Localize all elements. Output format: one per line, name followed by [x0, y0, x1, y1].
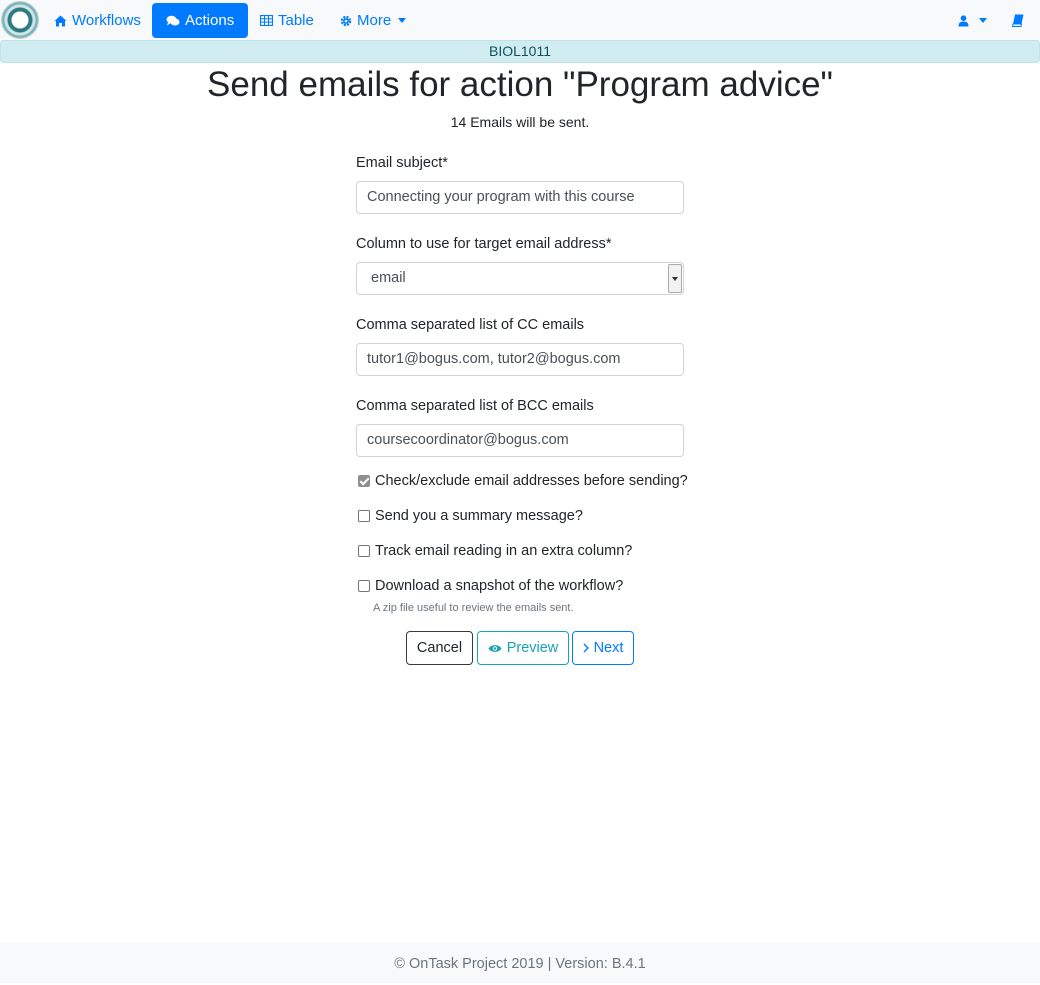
documentation-link[interactable] — [1004, 3, 1037, 38]
email-column-selected-value: email — [371, 270, 406, 286]
preview-button-label: Preview — [506, 640, 559, 656]
subject-label: Email subject* — [356, 155, 448, 171]
next-button[interactable]: Next — [572, 631, 634, 665]
summary-row: Send you a summary message? — [356, 508, 583, 524]
nav-workflows[interactable]: Workflows — [46, 3, 149, 38]
snapshot-row: Download a snapshot of the workflow? — [356, 578, 623, 594]
user-menu-dropdown[interactable] — [950, 3, 995, 38]
user-icon — [958, 14, 969, 26]
track-label: Track email reading in an extra column? — [375, 543, 633, 559]
snapshot-help-text: A zip file useful to review the emails s… — [373, 602, 574, 614]
snapshot-label: Download a snapshot of the workflow? — [375, 578, 624, 594]
cc-label: Comma separated list of CC emails — [356, 317, 585, 333]
cancel-button-label: Cancel — [416, 640, 463, 656]
nav-more-label: More — [357, 12, 392, 29]
table-icon — [260, 15, 273, 26]
track-reading-checkbox[interactable] — [358, 545, 370, 557]
nav-actions-label: Actions — [185, 12, 235, 29]
track-row: Track email reading in an extra column? — [356, 543, 632, 559]
nav-table-label: Table — [278, 12, 314, 29]
cc-emails-input[interactable]: tutor1@bogus.com, tutor2@bogus.com — [356, 343, 684, 376]
nav-workflows-label: Workflows — [72, 12, 141, 29]
next-button-label: Next — [593, 640, 624, 656]
comments-icon — [166, 15, 180, 25]
footer: © OnTask Project 2019 | Version: B.4.1 — [0, 943, 1040, 983]
check-exclude-row: Check/exclude email addresses before sen… — [356, 473, 688, 489]
snapshot-checkbox[interactable] — [358, 580, 370, 592]
summary-label: Send you a summary message? — [375, 508, 583, 524]
cancel-button[interactable]: Cancel — [406, 631, 473, 665]
gear-icon — [340, 15, 352, 26]
summary-checkbox[interactable] — [358, 510, 370, 522]
top-navbar: Workflows Actions Table More — [0, 0, 1040, 41]
chevron-down-icon — [398, 18, 407, 23]
subject-input[interactable]: Connecting your program with this course — [356, 181, 684, 214]
column-label: Column to use for target email address* — [356, 236, 612, 252]
check-exclude-checkbox[interactable] — [358, 475, 370, 487]
workflow-name-banner: BIOL1011 — [0, 40, 1040, 63]
email-column-select[interactable]: email — [356, 262, 684, 295]
bcc-emails-input[interactable]: coursecoordinator@bogus.com — [356, 424, 684, 457]
bcc-label: Comma separated list of BCC emails — [356, 398, 594, 414]
nav-more-dropdown[interactable]: More — [332, 3, 414, 38]
home-icon — [54, 15, 67, 26]
book-icon — [1012, 14, 1024, 27]
chevron-down-icon — [979, 18, 987, 23]
ontask-logo-icon[interactable] — [2, 2, 38, 38]
check-exclude-label: Check/exclude email addresses before sen… — [375, 473, 688, 489]
nav-actions[interactable]: Actions — [152, 3, 249, 38]
select-arrow-icon[interactable] — [668, 264, 682, 293]
nav-table[interactable]: Table — [252, 3, 322, 38]
email-count-text: 14 Emails will be sent. — [450, 114, 590, 130]
footer-text: © OnTask Project 2019 | Version: B.4.1 — [394, 956, 646, 972]
eye-icon — [488, 644, 502, 652]
preview-button[interactable]: Preview — [477, 631, 569, 665]
page-title: Send emails for action "Program advice" — [207, 65, 833, 104]
chevron-right-icon — [583, 643, 589, 653]
